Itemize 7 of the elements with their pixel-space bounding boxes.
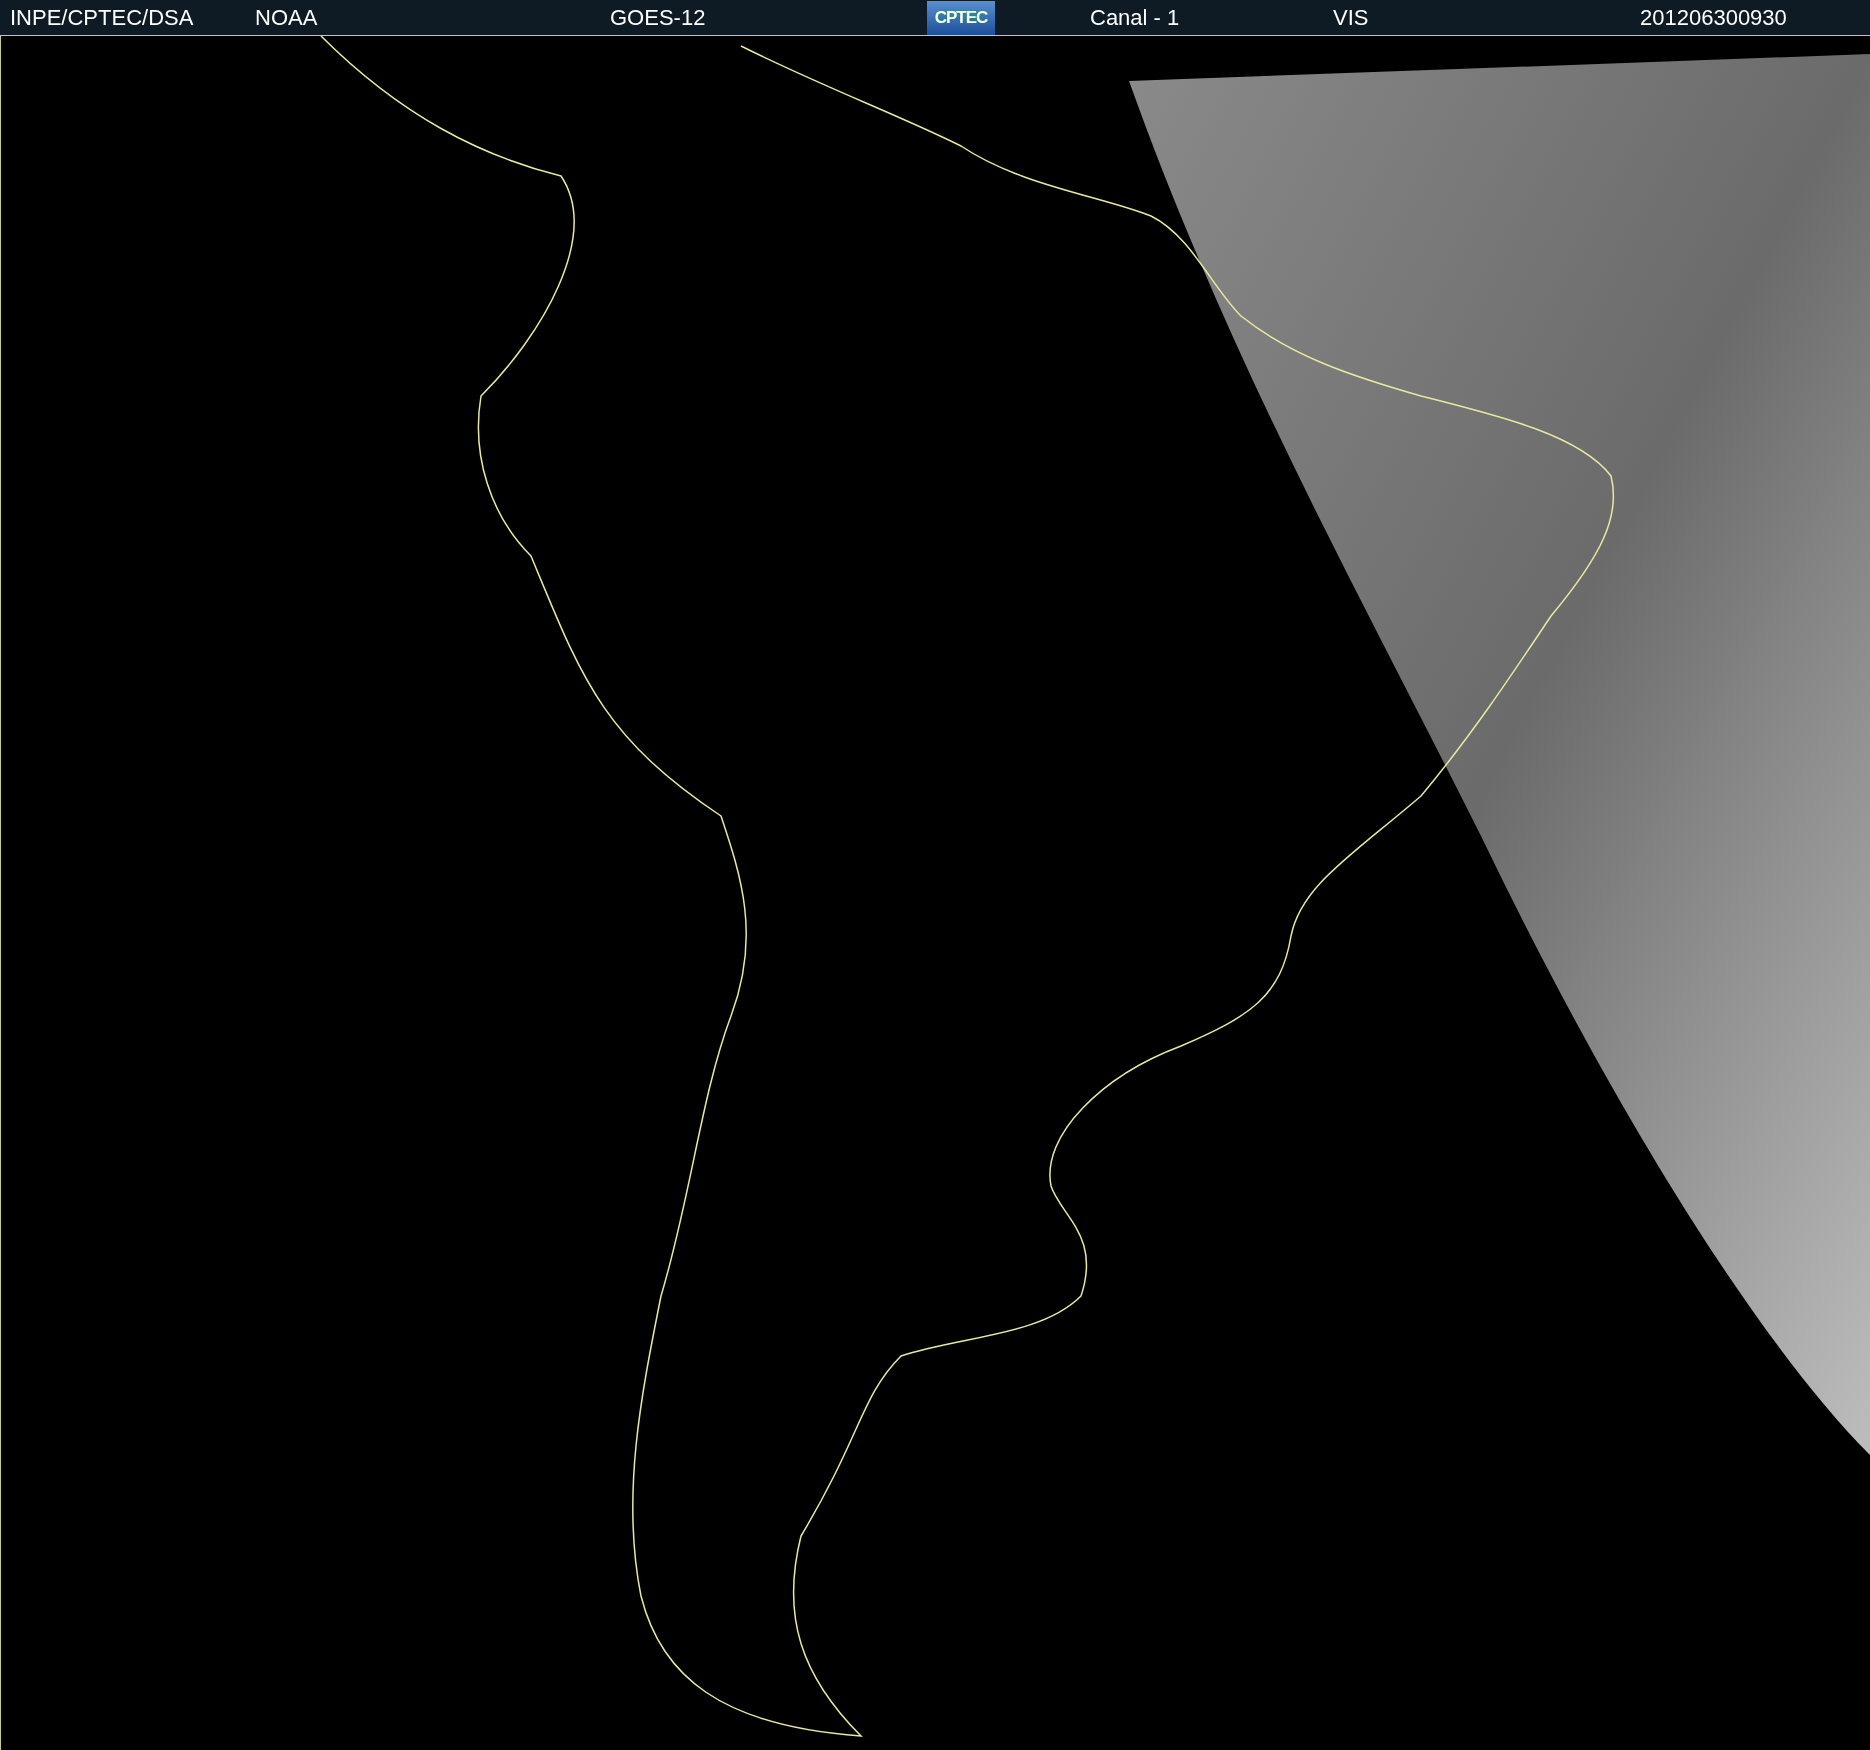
source-label: INPE/CPTEC/DSA	[10, 4, 194, 31]
satellite-label: GOES-12	[610, 4, 706, 31]
logo: CPTEC	[927, 0, 995, 35]
band-label: VIS	[1333, 4, 1369, 31]
timestamp-label: 201206300930	[1640, 4, 1787, 31]
channel-label: Canal - 1	[1090, 4, 1180, 31]
agency-label: NOAA	[255, 4, 318, 31]
